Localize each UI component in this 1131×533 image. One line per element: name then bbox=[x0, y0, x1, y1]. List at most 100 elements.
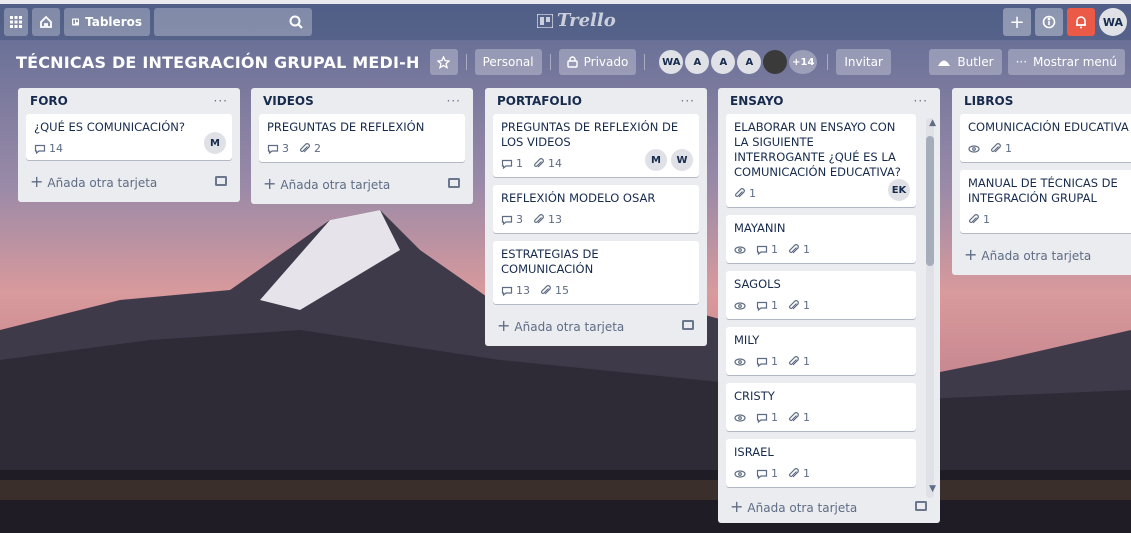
list-scrollbar-thumb[interactable] bbox=[926, 136, 934, 266]
card[interactable]: ELABORAR UN ENSAYO CON LA SIGUIENTE INTE… bbox=[726, 114, 916, 207]
comment-icon bbox=[756, 469, 768, 479]
list-header[interactable]: PORTAFOLIO ··· bbox=[493, 88, 699, 114]
member-avatar[interactable]: A bbox=[685, 50, 710, 74]
list-cards-scroll[interactable]: ELABORAR UN ENSAYO CON LA SIGUIENTE INTE… bbox=[726, 114, 932, 489]
plus-icon: + bbox=[730, 496, 744, 516]
list-header[interactable]: VIDEOS ··· bbox=[259, 88, 465, 114]
list-header[interactable]: ENSAYO ··· bbox=[726, 88, 932, 114]
visibility-label: Privado bbox=[583, 55, 629, 69]
add-card-button[interactable]: + Añada otra tarjeta bbox=[26, 168, 232, 194]
list-menu-icon[interactable]: ··· bbox=[914, 94, 928, 108]
member-photo-avatar[interactable] bbox=[763, 50, 788, 74]
paperclip-icon bbox=[789, 355, 799, 365]
attachments-badge: 14 bbox=[533, 156, 562, 171]
watch-badge bbox=[734, 300, 746, 312]
plus-icon: + bbox=[964, 244, 978, 264]
attachments-badge: 1 bbox=[788, 242, 810, 257]
member-avatar[interactable]: A bbox=[711, 50, 736, 74]
create-button[interactable]: + bbox=[1003, 8, 1031, 36]
list-menu-icon[interactable]: ··· bbox=[447, 94, 461, 108]
scroll-down-icon[interactable]: ▼ bbox=[929, 484, 936, 494]
card[interactable]: ¿QUÉ ES COMUNICACIÓN? 14 M bbox=[26, 114, 232, 160]
grid-icon bbox=[10, 16, 22, 28]
plus-icon: + bbox=[497, 315, 511, 335]
comment-icon bbox=[267, 144, 279, 154]
card-member-avatar[interactable]: M bbox=[204, 132, 226, 154]
team-button[interactable]: Personal bbox=[474, 49, 542, 75]
member-avatar[interactable]: WA bbox=[659, 50, 684, 74]
attachments-count: 1 bbox=[803, 243, 810, 256]
notifications-button[interactable] bbox=[1067, 8, 1095, 36]
list-header[interactable]: FORO ··· bbox=[26, 88, 232, 114]
attachments-badge: 1 bbox=[788, 354, 810, 369]
more-members-button[interactable]: +14 bbox=[789, 50, 818, 74]
card[interactable]: MANUAL DE TÉCNICAS DE INTEGRACIÓN GRUPAL… bbox=[960, 170, 1131, 233]
card[interactable]: MAYANIN 1 1 bbox=[726, 215, 916, 263]
invite-button[interactable]: Invitar bbox=[836, 49, 891, 75]
add-card-button[interactable]: + Añada otra tarjeta bbox=[259, 170, 465, 196]
card[interactable]: ESTRATEGIAS DE COMUNICACIÓN 13 15 bbox=[493, 241, 699, 304]
butler-button[interactable]: Butler bbox=[929, 49, 1002, 75]
paperclip-icon bbox=[534, 213, 544, 223]
list-title[interactable]: ENSAYO bbox=[730, 94, 783, 108]
card-member-avatar[interactable]: M bbox=[645, 149, 667, 171]
template-icon[interactable] bbox=[914, 500, 928, 512]
apps-button[interactable] bbox=[4, 8, 28, 36]
scroll-up-icon[interactable]: ▲ bbox=[929, 118, 936, 128]
card-badges: 14 bbox=[34, 141, 224, 156]
template-icon[interactable] bbox=[214, 175, 228, 187]
attachments-count: 1 bbox=[749, 187, 756, 200]
add-card-button[interactable]: + Añada otra tarjeta bbox=[726, 493, 932, 519]
card[interactable]: COMUNICACIÓN EDUCATIVA 1 bbox=[960, 114, 1131, 162]
list-header[interactable]: LIBROS bbox=[960, 88, 1131, 114]
card-badges: 1 bbox=[968, 212, 1131, 227]
info-button[interactable] bbox=[1035, 8, 1063, 36]
trello-logo[interactable]: Trello bbox=[537, 10, 616, 31]
card-title: REFLEXIÓN MODELO OSAR bbox=[501, 191, 656, 205]
list-ensayo: ENSAYO ··· ELABORAR UN ENSAYO CON LA SIG… bbox=[718, 88, 940, 523]
template-icon[interactable] bbox=[681, 319, 695, 331]
user-avatar[interactable]: WA bbox=[1099, 8, 1127, 36]
template-icon[interactable] bbox=[447, 177, 461, 189]
comments-badge: 13 bbox=[501, 283, 530, 298]
eye-icon bbox=[734, 413, 746, 422]
visibility-button[interactable]: Privado bbox=[558, 49, 637, 75]
card-badges: 3 2 bbox=[267, 141, 457, 156]
comments-count: 3 bbox=[282, 142, 289, 155]
card[interactable]: PREGUNTAS DE REFLEXIÓN DE LOS VIDEOS 1 1… bbox=[493, 114, 699, 177]
boards-button[interactable]: Tableros bbox=[64, 8, 150, 36]
list-title[interactable]: FORO bbox=[30, 94, 68, 108]
board-title[interactable]: TÉCNICAS DE INTEGRACIÓN GRUPAL MEDI-H bbox=[16, 53, 420, 72]
card[interactable]: SAGOLS 1 1 bbox=[726, 271, 916, 319]
comments-count: 13 bbox=[516, 284, 530, 297]
add-card-button[interactable]: + Añada otra tarjeta bbox=[960, 241, 1131, 267]
search-icon[interactable] bbox=[288, 14, 304, 30]
member-avatar[interactable]: A bbox=[737, 50, 762, 74]
add-card-button[interactable]: + Añada otra tarjeta bbox=[493, 312, 699, 338]
card-member-avatar[interactable]: W bbox=[671, 149, 693, 171]
home-button[interactable] bbox=[32, 8, 60, 36]
card[interactable]: PREGUNTAS DE REFLEXIÓN 3 2 bbox=[259, 114, 465, 162]
show-menu-button[interactable]: ··· Mostrar menú bbox=[1007, 49, 1125, 75]
card[interactable]: REFLEXIÓN MODELO OSAR 3 13 bbox=[493, 185, 699, 233]
card-member-avatar[interactable]: EK bbox=[888, 179, 910, 201]
list-title[interactable]: LIBROS bbox=[964, 94, 1013, 108]
card-title: PREGUNTAS DE REFLEXIÓN bbox=[267, 120, 425, 134]
list-title[interactable]: PORTAFOLIO bbox=[497, 94, 582, 108]
comments-badge: 1 bbox=[756, 354, 778, 369]
eye-icon bbox=[734, 357, 746, 366]
add-card-text: + Añada otra tarjeta bbox=[263, 174, 390, 193]
comments-count: 1 bbox=[771, 467, 778, 480]
search-box[interactable] bbox=[154, 8, 312, 36]
board-icon bbox=[72, 18, 80, 26]
list-menu-icon[interactable]: ··· bbox=[681, 94, 695, 108]
card-badges: 13 15 bbox=[501, 283, 691, 298]
card[interactable]: CRISTY 1 1 bbox=[726, 383, 916, 431]
list-menu-icon[interactable]: ··· bbox=[214, 94, 228, 108]
list-title[interactable]: VIDEOS bbox=[263, 94, 314, 108]
card[interactable]: ISRAEL 1 1 bbox=[726, 439, 916, 487]
plus-icon: + bbox=[1009, 11, 1025, 33]
card[interactable]: MILY 1 1 bbox=[726, 327, 916, 375]
star-button[interactable] bbox=[429, 49, 458, 75]
list-libros: LIBROS COMUNICACIÓN EDUCATIVA 1 MANUAL D… bbox=[952, 88, 1131, 275]
